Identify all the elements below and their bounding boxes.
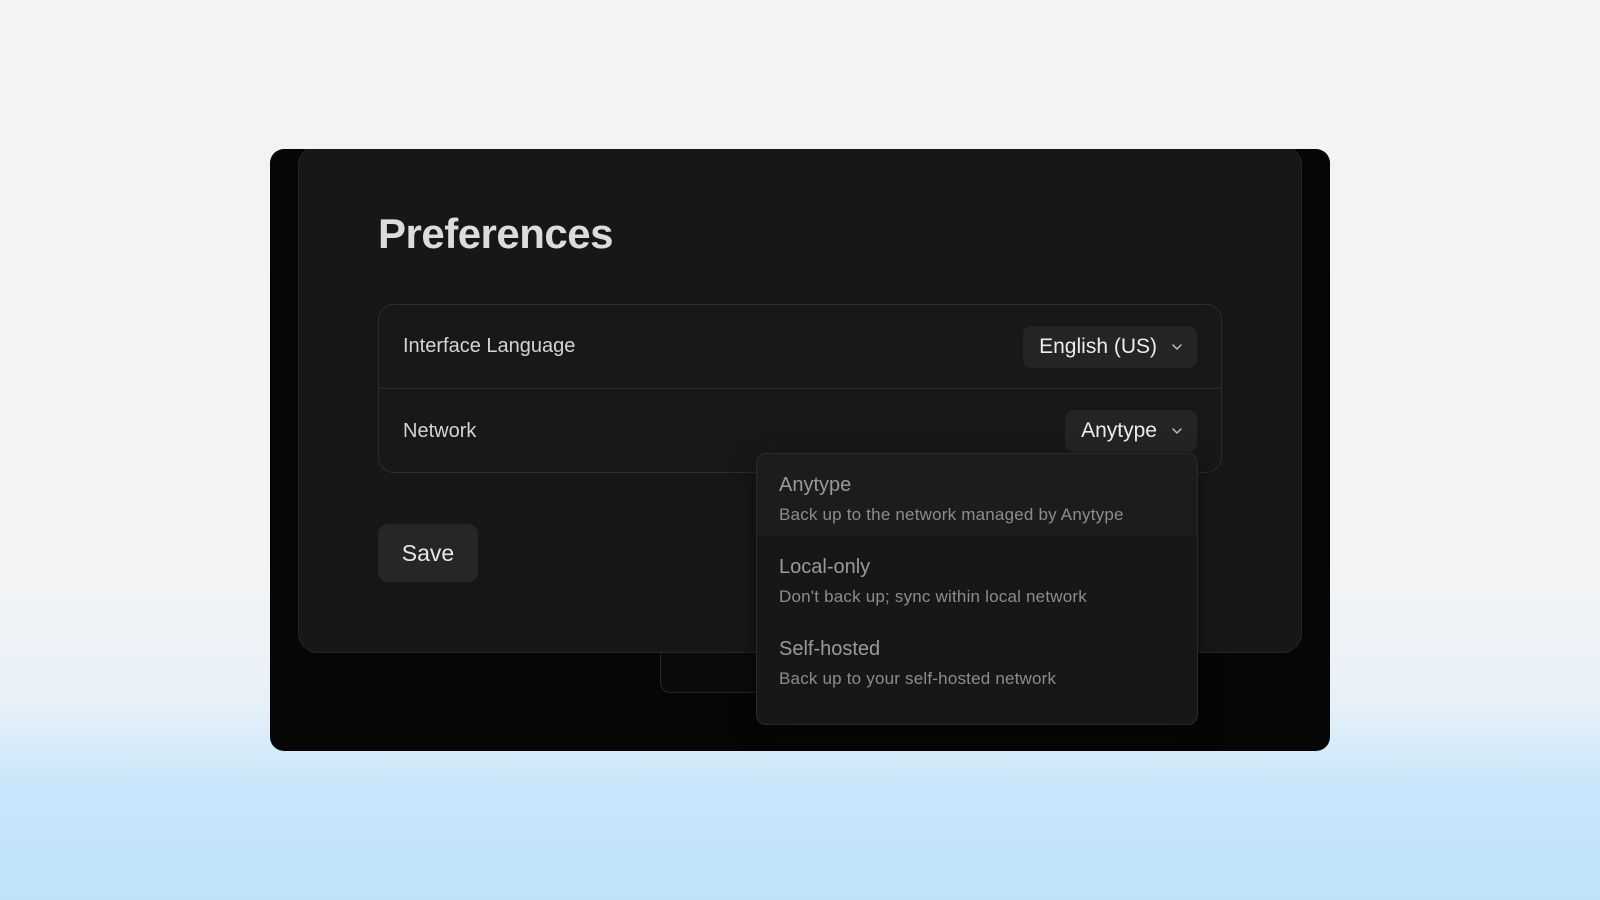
option-description: Back up to your self-hosted network <box>779 669 1057 688</box>
option-description: Don't back up; sync within local network <box>779 587 1087 606</box>
settings-list: Interface Language English (US) Network … <box>378 304 1222 473</box>
page-title: Preferences <box>378 210 614 257</box>
setting-row-language: Interface Language English (US) <box>379 305 1221 389</box>
network-label: Network <box>403 419 477 442</box>
network-select[interactable]: Anytype <box>1065 410 1197 452</box>
language-label: Interface Language <box>403 335 576 357</box>
option-title: Local-only <box>779 556 871 578</box>
network-option-local-only[interactable]: Local-only Don't back up; sync within lo… <box>757 536 1197 618</box>
language-select-value: English (US) <box>1039 334 1157 358</box>
network-dropdown-menu: Anytype Back up to the network managed b… <box>756 453 1198 725</box>
save-button[interactable]: Save <box>378 524 478 582</box>
network-option-anytype[interactable]: Anytype Back up to the network managed b… <box>757 454 1197 536</box>
network-option-self-hosted[interactable]: Self-hosted Back up to your self-hosted … <box>757 618 1197 700</box>
chevron-down-icon <box>1172 343 1182 350</box>
app-window: Preferences Interface Language English (… <box>270 149 1330 751</box>
language-select[interactable]: English (US) <box>1023 325 1197 368</box>
option-title: Self-hosted <box>779 638 881 660</box>
chevron-down-icon <box>1172 428 1182 434</box>
option-description: Back up to the network managed by Anytyp… <box>779 505 1124 524</box>
option-title: Anytype <box>779 474 852 496</box>
network-select-value: Anytype <box>1081 419 1157 442</box>
